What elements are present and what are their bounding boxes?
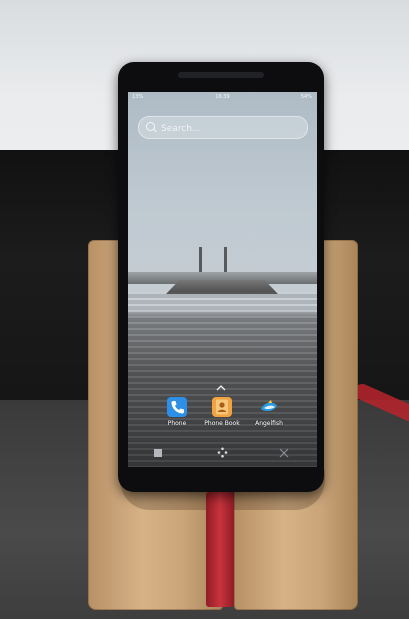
- favorites-dock: Phone Phone Book Angelfish: [128, 397, 317, 437]
- close-icon[interactable]: [279, 448, 289, 458]
- app-label: Phone: [167, 420, 187, 427]
- chevron-up-icon[interactable]: [216, 385, 226, 391]
- usb-cable: [206, 492, 234, 607]
- app-angelfish[interactable]: Angelfish: [244, 397, 294, 427]
- battery-level: 54%: [300, 94, 312, 100]
- task-switcher-icon[interactable]: [154, 449, 162, 457]
- angelfish-icon: [259, 397, 279, 417]
- wallpaper-planks: [128, 292, 317, 467]
- app-phone-book[interactable]: Phone Book: [197, 397, 247, 427]
- contacts-icon: [212, 397, 232, 417]
- phone-earpiece: [178, 72, 264, 78]
- status-clock: 16:39: [215, 94, 230, 100]
- status-bar[interactable]: 13% 16:39 54%: [128, 92, 317, 102]
- search-bar[interactable]: [138, 116, 308, 139]
- app-phone[interactable]: Phone: [152, 397, 202, 427]
- phone-screen: 13% 16:39 54% Phone: [128, 92, 317, 467]
- app-label: Angelfish: [255, 420, 283, 427]
- search-input[interactable]: [159, 119, 303, 138]
- navigation-bar: [128, 444, 317, 462]
- phone-icon: [167, 397, 187, 417]
- home-icon[interactable]: [217, 447, 228, 458]
- search-icon: [146, 122, 155, 131]
- app-label: Phone Book: [204, 420, 240, 427]
